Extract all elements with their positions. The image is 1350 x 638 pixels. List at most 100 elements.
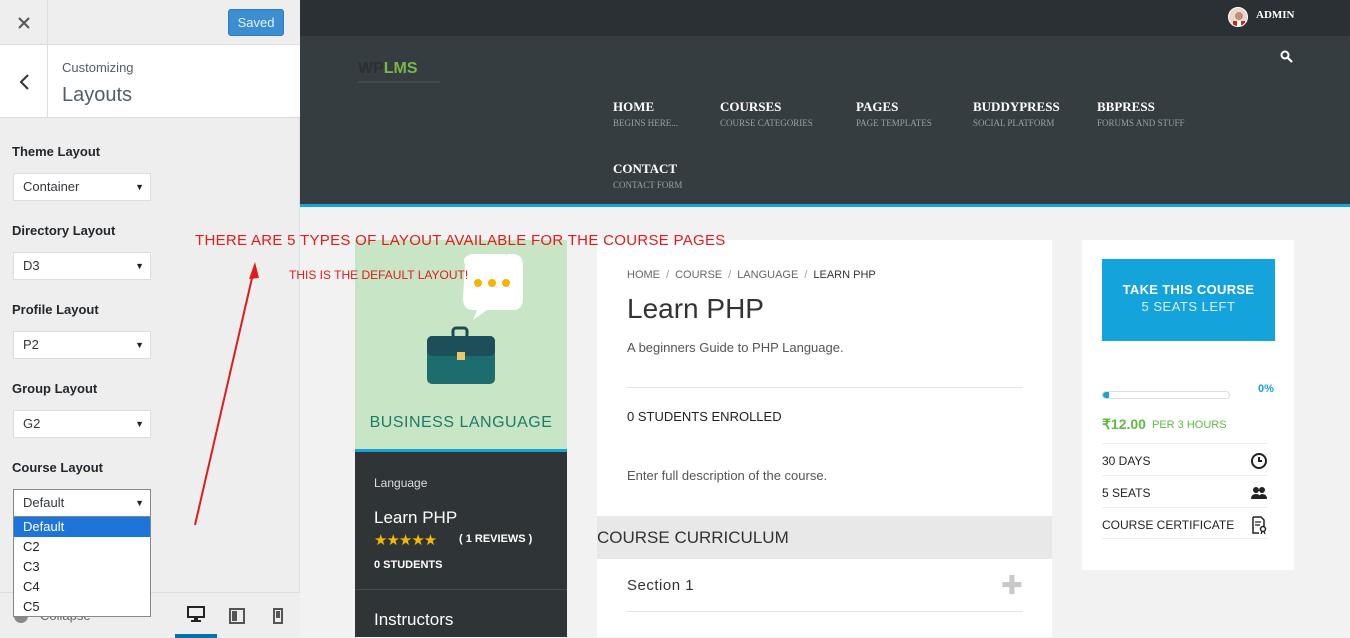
group-layout-label: Group Layout xyxy=(12,381,98,396)
progress-bar xyxy=(1102,391,1230,399)
customizer-header: Saved xyxy=(0,0,300,45)
breadcrumb-course[interactable]: COURSE xyxy=(675,269,722,281)
directory-layout-label: Directory Layout xyxy=(12,223,116,238)
desktop-icon xyxy=(187,605,205,622)
course-main-panel: HOME / COURSE / LANGUAGE / LEARN PHP Learn PHP… xyxy=(597,240,1052,637)
logo-tagline xyxy=(358,81,440,83)
option-c5[interactable]: C5 xyxy=(14,597,150,617)
duration-text: 30 DAYS xyxy=(1102,454,1151,468)
seats-left-label: 5 SEATS LEFT xyxy=(1141,299,1236,314)
info-row-duration: 30 DAYS xyxy=(1102,443,1268,475)
admin-bar: ADMIN xyxy=(300,0,1350,36)
clock-icon xyxy=(1251,453,1267,469)
breadcrumb-language[interactable]: LANGUAGE xyxy=(737,269,798,281)
chevron-left-icon xyxy=(19,73,29,90)
info-row-certificate: COURSE CERTIFICATE xyxy=(1102,507,1268,539)
course-price: ₹12.00 xyxy=(1102,416,1146,432)
dropdown-arrow-icon: ▼ xyxy=(135,261,144,271)
take-course-label: TAKE THIS COURSE xyxy=(1122,282,1255,297)
course-subtitle: A beginners Guide to PHP Language. xyxy=(627,340,844,355)
take-course-button[interactable]: TAKE THIS COURSE 5 SEATS LEFT xyxy=(1102,259,1275,341)
breadcrumb-separator: / xyxy=(728,269,732,281)
group-layout-select[interactable]: G2 ▼ xyxy=(13,410,151,438)
option-c2[interactable]: C2 xyxy=(14,537,150,557)
dropdown-arrow-icon: ▼ xyxy=(135,498,144,508)
course-side-panel: TAKE THIS COURSE 5 SEATS LEFT 0% ₹12.00 … xyxy=(1082,240,1294,570)
progress-percent: 0% xyxy=(1258,383,1274,395)
divider xyxy=(627,611,1023,612)
progress-fill xyxy=(1103,392,1110,398)
nav-bbpress[interactable]: BBPRESS FORUMS AND STUFF xyxy=(1097,99,1185,128)
plus-icon[interactable]: ✚ xyxy=(1001,572,1023,598)
user-avatar-icon xyxy=(1233,12,1245,26)
review-count: ( 1 REVIEWS ) xyxy=(459,533,533,545)
enrolled-count: 0 STUDENTS ENROLLED xyxy=(627,409,782,424)
theme-layout-value: Container xyxy=(23,179,80,194)
breadcrumb: HOME / COURSE / LANGUAGE / LEARN PHP xyxy=(627,269,876,281)
divider xyxy=(627,387,1023,388)
dropdown-arrow-icon: ▼ xyxy=(135,419,144,429)
annotation-main: THERE ARE 5 TYPES OF LAYOUT AVAILABLE FO… xyxy=(195,232,726,249)
preview-desktop-button[interactable] xyxy=(175,593,217,638)
briefcase-chat-icon xyxy=(427,254,523,384)
directory-layout-value: D3 xyxy=(23,258,40,273)
breadcrumb-separator: / xyxy=(804,269,808,281)
breadcrumb-home[interactable]: HOME xyxy=(627,269,660,281)
directory-layout-select[interactable]: D3 ▼ xyxy=(13,252,151,280)
search-icon[interactable] xyxy=(1280,50,1293,68)
site-logo[interactable]: WPLMS xyxy=(358,60,418,78)
group-layout-value: G2 xyxy=(23,416,41,431)
curriculum-title: COURSE CURRICULUM xyxy=(597,528,789,547)
nav-home[interactable]: HOME BEGINS HERE... xyxy=(613,99,678,128)
site-header: WPLMS HOME BEGINS HERE... COURSES COURSE C… xyxy=(300,36,1350,207)
image-caption: BUSINESS LANGUAGE xyxy=(369,414,553,431)
divider xyxy=(355,589,567,590)
theme-layout-select[interactable]: Container ▼ xyxy=(13,173,151,201)
customizer-sidebar: Saved Customizing Layouts Theme Layout C… xyxy=(0,0,300,638)
preview-mobile-button[interactable] xyxy=(257,593,299,638)
back-button[interactable] xyxy=(0,45,48,118)
course-layout-select[interactable]: Default ▼ xyxy=(13,489,151,517)
course-layout-label: Course Layout xyxy=(12,460,104,475)
nav-buddypress[interactable]: BUDDYPRESS SOCIAL PLATFORM xyxy=(973,99,1060,128)
course-category[interactable]: Language xyxy=(374,476,427,490)
course-layout-value: Default xyxy=(23,495,65,510)
option-c4[interactable]: C4 xyxy=(14,577,150,597)
annotation-sub: THIS IS THE DEFAULT LAYOUT! xyxy=(289,268,469,282)
nav-courses[interactable]: COURSES COURSE CATEGORIES xyxy=(720,99,813,128)
price-unit: PER 3 HOURS xyxy=(1152,419,1227,431)
section-title: Layouts xyxy=(62,84,133,106)
course-layout-dropdown: Default C2 C3 C4 C5 xyxy=(13,516,151,617)
section-header: Customizing Layouts xyxy=(0,45,300,118)
tablet-icon xyxy=(229,607,245,624)
option-default[interactable]: Default xyxy=(14,517,150,537)
instructors-heading: Instructors xyxy=(374,610,454,629)
nav-contact[interactable]: CONTACT CONTACT FORM xyxy=(613,161,682,190)
theme-layout-label: Theme Layout xyxy=(12,144,101,159)
course-card-title[interactable]: Learn PHP xyxy=(374,508,457,528)
dropdown-arrow-icon: ▼ xyxy=(135,340,144,350)
breadcrumb-separator: / xyxy=(666,269,670,281)
nav-pages[interactable]: PAGES PAGE TEMPLATES xyxy=(856,99,932,128)
breadcrumb-current: LEARN PHP xyxy=(813,269,876,281)
admin-name[interactable]: ADMIN xyxy=(1256,9,1295,21)
seats-text: 5 SEATS xyxy=(1102,486,1151,500)
course-description: Enter full description of the course. xyxy=(627,468,828,483)
star-rating-icon: ★★★★★ xyxy=(374,532,437,549)
course-card: BUSINESS LANGUAGE Language Learn PHP ★★★… xyxy=(355,240,567,637)
avatar[interactable] xyxy=(1228,7,1248,27)
saved-button[interactable]: Saved xyxy=(228,9,284,36)
site-preview: ADMIN WPLMS HOME BEGINS HERE... COURSES CO… xyxy=(300,0,1350,637)
option-c3[interactable]: C3 xyxy=(14,557,150,577)
dropdown-arrow-icon: ▼ xyxy=(135,182,144,192)
certificate-text: COURSE CERTIFICATE xyxy=(1102,518,1235,532)
close-button[interactable] xyxy=(0,0,48,45)
mobile-icon xyxy=(273,607,283,624)
curriculum-section[interactable]: Section 1 xyxy=(627,577,694,594)
profile-layout-label: Profile Layout xyxy=(12,302,99,317)
profile-layout-select[interactable]: P2 ▼ xyxy=(13,331,151,359)
preview-tablet-button[interactable] xyxy=(216,593,258,638)
student-count: 0 STUDENTS xyxy=(374,559,443,571)
page-title: Learn PHP xyxy=(627,293,764,324)
users-icon xyxy=(1251,487,1267,499)
